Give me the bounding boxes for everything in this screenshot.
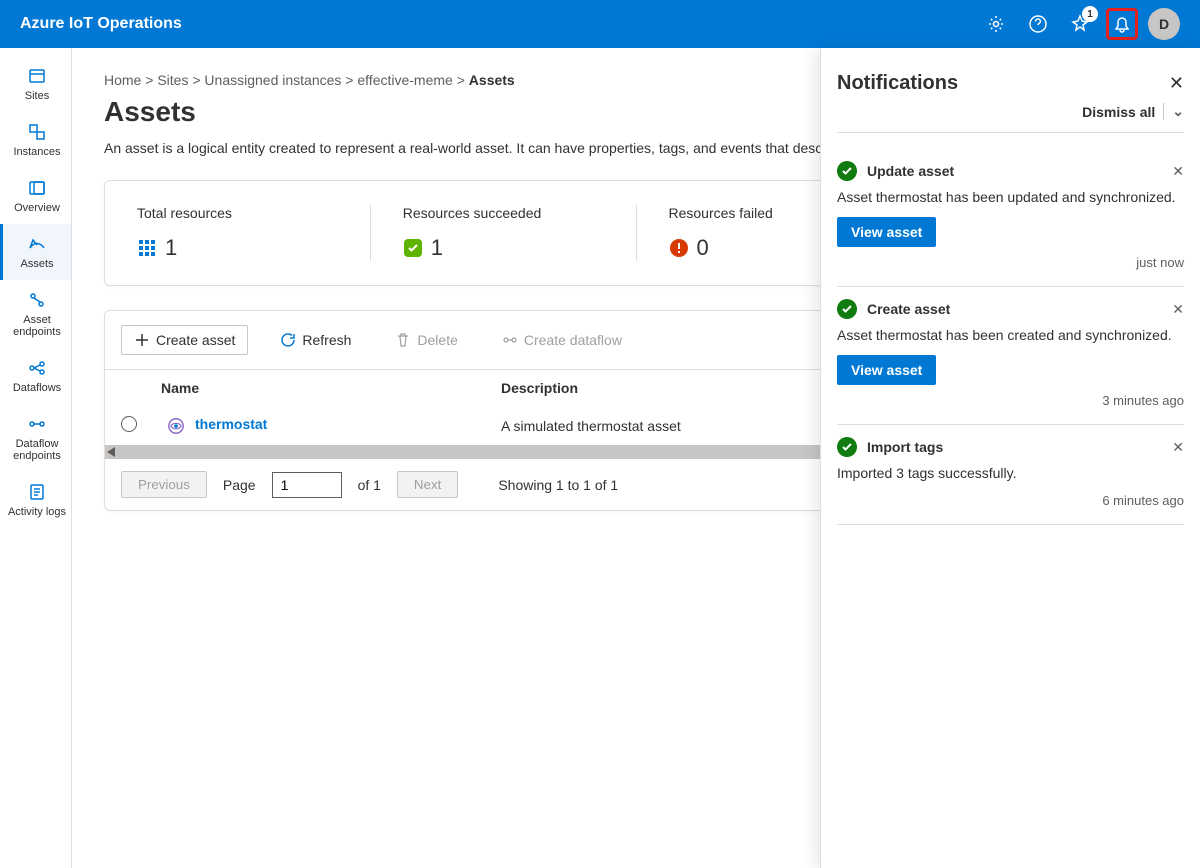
view-asset-button[interactable]: View asset: [837, 355, 936, 385]
top-header: Azure IoT Operations 1 D: [0, 0, 1200, 48]
nav-assets[interactable]: Assets: [0, 224, 71, 280]
sidebar: Sites Instances Overview Assets Asset en…: [0, 48, 72, 868]
breadcrumb-instance[interactable]: effective-meme: [357, 72, 452, 88]
create-asset-button[interactable]: Create asset: [121, 325, 248, 355]
notifications-title: Notifications: [837, 72, 958, 95]
nav-overview[interactable]: Overview: [0, 168, 71, 224]
showing-text: Showing 1 to 1 of 1: [498, 477, 618, 493]
nav-sites[interactable]: Sites: [0, 56, 71, 112]
breadcrumb-home[interactable]: Home: [104, 72, 141, 88]
alerts-badge: 1: [1082, 6, 1098, 22]
user-avatar[interactable]: D: [1148, 8, 1180, 40]
dismiss-all-button[interactable]: Dismiss all⌄: [837, 103, 1184, 133]
notification-item: Import tags ✕ Imported 3 tags successful…: [837, 425, 1184, 525]
nav-activity-logs[interactable]: Activity logs: [0, 472, 71, 528]
asset-icon: [167, 417, 185, 435]
nav-sites-label: Sites: [25, 90, 49, 102]
metric-succeeded: Resources succeeded 1: [371, 205, 637, 261]
breadcrumb-sites[interactable]: Sites: [157, 72, 188, 88]
create-dataflow-button: Create dataflow: [490, 326, 634, 354]
breadcrumb-current: Assets: [469, 72, 515, 88]
asset-link[interactable]: thermostat: [195, 416, 267, 432]
row-selector[interactable]: [121, 416, 137, 432]
header-name[interactable]: Name: [161, 380, 501, 396]
page-input[interactable]: [272, 472, 342, 498]
dismiss-notification-icon[interactable]: ✕: [1172, 439, 1184, 456]
notifications-panel: Notifications ✕ Dismiss all⌄ Update asse…: [820, 48, 1200, 868]
breadcrumb-unassigned[interactable]: Unassigned instances: [204, 72, 341, 88]
delete-button: Delete: [383, 326, 469, 354]
failed-icon: [669, 238, 689, 258]
success-status-icon: [837, 437, 857, 457]
metric-total: Total resources 1: [105, 205, 371, 261]
dismiss-notification-icon[interactable]: ✕: [1172, 301, 1184, 318]
success-status-icon: [837, 161, 857, 181]
nav-dataflows[interactable]: Dataflows: [0, 348, 71, 404]
notification-item: Create asset ✕ Asset thermostat has been…: [837, 287, 1184, 425]
close-panel-icon[interactable]: ✕: [1169, 73, 1184, 94]
success-icon: [403, 238, 423, 258]
notification-item: Update asset ✕ Asset thermostat has been…: [837, 149, 1184, 287]
nav-dataflow-endpoints[interactable]: Dataflow endpoints: [0, 404, 71, 472]
nav-assets-label: Assets: [20, 258, 53, 270]
view-asset-button[interactable]: View asset: [837, 217, 936, 247]
nav-overview-label: Overview: [14, 202, 60, 214]
nav-instances-label: Instances: [13, 146, 60, 158]
next-button: Next: [397, 471, 458, 498]
previous-button: Previous: [121, 471, 207, 498]
nav-dataflow-endpoints-label: Dataflow endpoints: [7, 438, 67, 462]
grid-icon: [137, 238, 157, 258]
nav-dataflows-label: Dataflows: [13, 382, 61, 394]
success-status-icon: [837, 299, 857, 319]
dismiss-notification-icon[interactable]: ✕: [1172, 163, 1184, 180]
alerts-icon[interactable]: 1: [1064, 8, 1096, 40]
help-icon[interactable]: [1022, 8, 1054, 40]
settings-icon[interactable]: [980, 8, 1012, 40]
nav-asset-endpoints-label: Asset endpoints: [7, 314, 67, 338]
nav-asset-endpoints[interactable]: Asset endpoints: [0, 280, 71, 348]
chevron-down-icon[interactable]: ⌄: [1163, 103, 1184, 120]
nav-activity-logs-label: Activity logs: [8, 506, 66, 518]
app-title: Azure IoT Operations: [20, 15, 980, 33]
notifications-icon[interactable]: [1106, 8, 1138, 40]
nav-instances[interactable]: Instances: [0, 112, 71, 168]
refresh-button[interactable]: Refresh: [268, 326, 363, 354]
